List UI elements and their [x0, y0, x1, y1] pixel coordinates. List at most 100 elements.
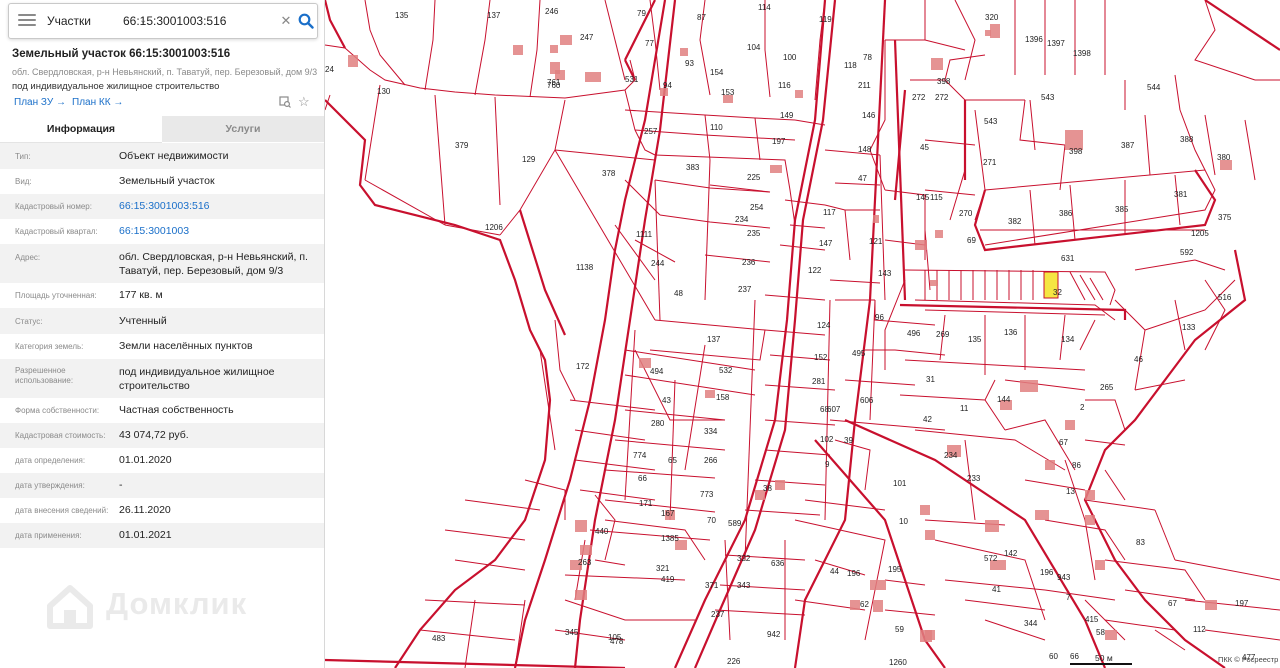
parcel-number-label: 263: [578, 558, 592, 567]
parcel-number-label: 236: [742, 258, 756, 267]
map-canvas[interactable]: 135 137 246 79 87114119 3201396 13971398247779…: [325, 0, 1280, 668]
parcel-number-label: 38: [763, 484, 772, 493]
detail-row-date-determined: дата определения: 01.01.2020: [0, 448, 324, 473]
building: [873, 215, 879, 223]
parcel-boundary: [1019, 99, 1066, 146]
parcel-number-label: 234: [944, 451, 958, 460]
detail-key: Кадастровый квартал:: [15, 227, 98, 236]
parcel-boundary: [654, 179, 661, 321]
measure-icon[interactable]: [279, 96, 291, 108]
parcel-boundary: [1104, 469, 1126, 501]
parcel-number-label: 67: [1168, 599, 1177, 608]
parcel-number-label: 43: [662, 396, 671, 405]
parcel-boundary: [844, 209, 851, 261]
parcel-boundary: [834, 182, 881, 186]
building: [1035, 510, 1049, 520]
detail-row-date-entered: дата внесения сведений: 26.11.2020: [0, 498, 324, 523]
tab-info[interactable]: Информация: [0, 116, 162, 143]
menu-icon[interactable]: [15, 11, 39, 31]
parcel-number-label: 943: [1057, 573, 1071, 582]
quarter-boundary: [513, 0, 667, 668]
search-button[interactable]: [297, 4, 317, 38]
parcel-number-label: 66: [1070, 652, 1079, 661]
parcel-number-label: 13: [1066, 487, 1075, 496]
parcel-boundary: [874, 300, 936, 326]
layer-select[interactable]: Участки ⌄: [47, 4, 147, 38]
parcel-number-label: 246: [545, 7, 559, 16]
cadastral-number-link[interactable]: 66:15:3001003:516: [119, 199, 319, 213]
parcel-boundary: [1104, 619, 1176, 631]
building: [585, 72, 601, 82]
building: [1205, 600, 1217, 610]
parcel-boundary: [604, 499, 716, 513]
parcel-number-label: 10: [899, 517, 908, 526]
detail-value: обл. Свердловская, р-н Невьянский, п. Та…: [119, 251, 308, 277]
parcel-number-label: 167: [661, 509, 675, 518]
parcel-boundary: [1084, 439, 1126, 446]
search-input[interactable]: [123, 10, 279, 32]
parcel-number-label: 1111: [636, 230, 653, 239]
tab-services[interactable]: Услуги: [162, 116, 324, 142]
parcel-number-label: 631: [1061, 254, 1075, 263]
building: [1020, 380, 1038, 392]
parcel-boundary: [1154, 509, 1176, 561]
cadastral-map[interactable]: 135 137 246 79 87 114 119 320 1396 1397 1398 247 77 9…: [325, 0, 1280, 668]
detail-value: -: [119, 479, 123, 491]
detail-row-ownership: Форма собственности: Частная собственнос…: [0, 398, 324, 423]
building: [1065, 420, 1075, 430]
parcel-number-label: 380: [1217, 153, 1231, 162]
detail-value: 01.01.2021: [119, 529, 172, 541]
parcel-number-label: 153: [721, 88, 735, 97]
parcel-number-label: 24: [325, 65, 334, 74]
parcel-number-label: 79: [637, 9, 646, 18]
parcel-boundary: [574, 429, 646, 441]
building: [990, 24, 1000, 38]
parcel-boundary: [865, 349, 946, 356]
parcel-boundary: [884, 609, 936, 616]
clear-icon[interactable]: ✕: [277, 4, 295, 38]
tabs: Информация Услуги: [0, 116, 324, 143]
plan-zu-link[interactable]: План ЗУ →: [14, 97, 66, 108]
parcel-boundary: [624, 109, 796, 121]
detail-value: 43 074,72 руб.: [119, 429, 189, 441]
parcel-boundary: [924, 309, 1106, 316]
parcel-boundary: [325, 44, 636, 99]
detail-key: Кадастровый номер:: [15, 202, 92, 211]
parcel-boundary: [1204, 629, 1280, 641]
parcel-boundary: [1194, 259, 1226, 271]
parcel-boundary: [879, 154, 886, 301]
parcel-number-label: 440: [595, 527, 609, 536]
parcel-boundary: [984, 379, 996, 401]
parcel-number-label: 387: [1121, 141, 1135, 150]
parcel-number-label: 137: [707, 335, 721, 344]
detail-key: Тип:: [15, 152, 31, 161]
parcel-number-label: 96: [875, 313, 884, 322]
attribution: ПКК © Росреестр: [1218, 655, 1279, 664]
building: [931, 58, 943, 70]
parcel-number-label: 116: [778, 81, 791, 90]
detail-row-area: Площадь уточненная: 177 кв. м: [0, 283, 324, 308]
parcel-number-label: 1398: [1073, 49, 1091, 58]
building: [513, 45, 523, 55]
parcel-number-label: 196: [1040, 568, 1054, 577]
parcel-number-label: 69: [967, 236, 976, 245]
plan-kk-link[interactable]: План КК →: [72, 97, 123, 108]
parcel-number-label: 112: [1193, 625, 1206, 634]
parcel-boundary: [704, 254, 771, 263]
parcel-number-label: 496: [907, 329, 921, 338]
cadastral-quarter-link[interactable]: 66:15:3001003: [119, 224, 319, 238]
parcel-number-label: 68: [820, 405, 829, 414]
detail-key: Вид:: [15, 177, 32, 186]
building: [920, 505, 930, 515]
layer-select-label: Участки: [47, 14, 91, 28]
favorite-star-icon[interactable]: ☆: [298, 95, 310, 108]
parcel-number-label: 152: [814, 353, 828, 362]
building: [1095, 560, 1105, 570]
quarter-boundary: [1083, 249, 1247, 668]
parcel-number-label: 1260: [889, 658, 907, 667]
parcel-number-label: 86: [1072, 461, 1081, 470]
parcel-number-label: 942: [767, 630, 781, 639]
detail-key: Форма собственности:: [15, 406, 100, 415]
parcel-number-label: 344: [1024, 619, 1038, 628]
parcel-number-label: 129: [522, 155, 536, 164]
